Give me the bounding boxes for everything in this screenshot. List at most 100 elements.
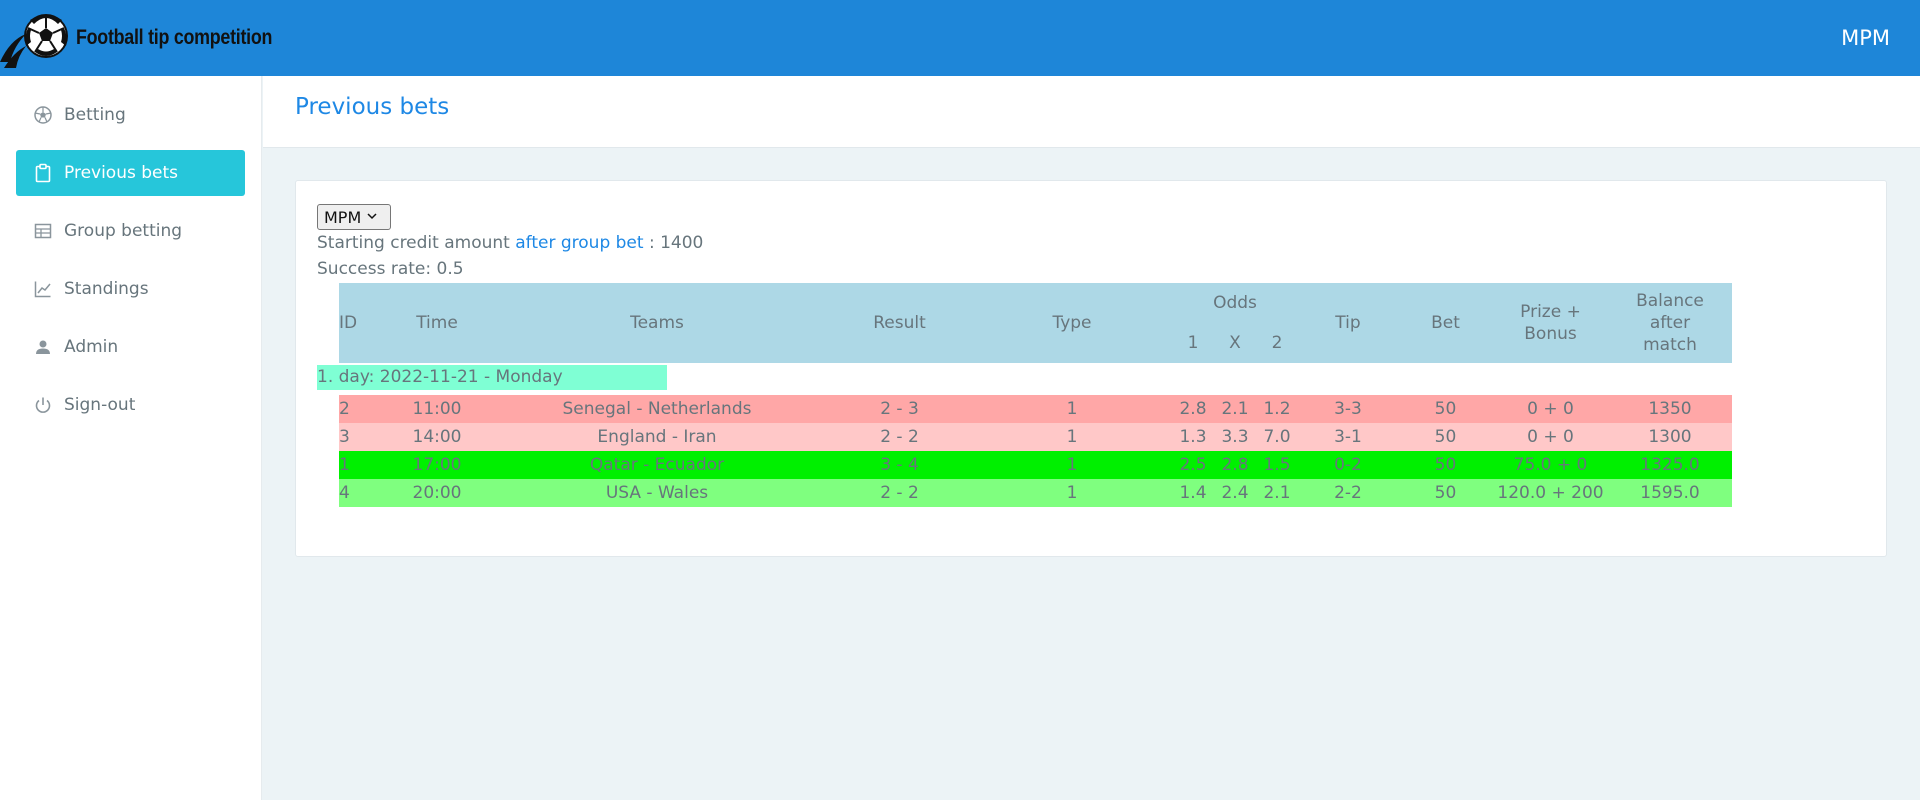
cell-tip: 3-1 — [1334, 427, 1362, 447]
cell-time: 17:00 — [412, 455, 462, 475]
cell-balance: 1300 — [1648, 427, 1692, 447]
top-bar: Football tip competition MPM — [0, 0, 1920, 76]
table-header-row: ID Time Teams Result Type Odds Tip Bet P… — [339, 283, 1732, 363]
cell-time: 11:00 — [412, 399, 462, 419]
sidebar-item-standings[interactable]: Standings — [16, 266, 245, 312]
user-select-value: MPM — [324, 207, 362, 227]
header-odds-2: 2 — [1256, 323, 1298, 363]
cell-result: 2 - 2 — [880, 483, 919, 503]
cell-odds-1: 2.8 — [1179, 399, 1207, 419]
header-time: Time — [387, 283, 487, 363]
cell-result: 2 - 3 — [880, 399, 919, 419]
user-select[interactable]: MPM — [317, 204, 391, 230]
cell-odds-1: 1.3 — [1179, 427, 1207, 447]
cell-id: 3 — [339, 427, 350, 447]
sidebar-item-admin[interactable]: Admin — [16, 324, 245, 370]
sidebar-item-previous-bets[interactable]: Previous bets — [16, 150, 245, 196]
sidebar-item-group-betting[interactable]: Group betting — [16, 208, 245, 254]
header-prize-line1: Prize + — [1520, 302, 1581, 322]
cell-balance: 1595.0 — [1640, 483, 1700, 503]
table-icon — [33, 221, 53, 241]
chart-line-icon — [33, 279, 53, 299]
cell-odds-2: 7.0 — [1263, 427, 1291, 447]
cell-bet: 50 — [1434, 399, 1457, 419]
power-icon — [33, 395, 53, 415]
cell-teams: Qatar - Ecuador — [589, 455, 725, 475]
sidebar-item-betting[interactable]: Betting — [16, 92, 245, 138]
credit-prefix: Starting credit amount — [317, 233, 516, 253]
page-header: Previous bets — [263, 76, 1920, 148]
sidebar-item-sign-out[interactable]: Sign-out — [16, 382, 245, 428]
header-balance-line3: match — [1643, 335, 1697, 355]
cell-id: 4 — [339, 483, 350, 503]
cell-bet: 50 — [1434, 483, 1457, 503]
cell-odds-x: 2.8 — [1221, 455, 1249, 475]
bets-table: ID Time Teams Result Type Odds Tip Bet P… — [339, 283, 1732, 507]
header-teams: Teams — [487, 283, 827, 363]
cell-type: 1 — [1066, 427, 1078, 447]
chevron-down-icon — [367, 212, 377, 223]
cell-odds-2: 2.1 — [1263, 483, 1291, 503]
page-title: Previous bets — [295, 94, 450, 120]
cell-prize: 0 + 0 — [1527, 399, 1574, 419]
cell-prize: 0 + 0 — [1527, 427, 1574, 447]
cell-type: 1 — [1066, 455, 1078, 475]
cell-teams: USA - Wales — [605, 483, 709, 503]
cell-odds-1: 1.4 — [1179, 483, 1207, 503]
success-rate: Success rate: 0.5 — [317, 259, 464, 279]
sidebar-item-label: Sign-out — [64, 395, 136, 415]
sidebar-item-label: Betting — [64, 105, 126, 125]
header-balance-line1: Balance — [1636, 291, 1704, 311]
table-row[interactable]: 1 17:00 Qatar - Ecuador 3 - 4 1 2.5 2.8 … — [339, 451, 1732, 479]
cell-id: 1 — [339, 455, 350, 475]
brand[interactable]: Football tip competition — [0, 0, 307, 76]
cell-balance: 1325.0 — [1640, 455, 1700, 475]
previous-bets-card: MPM Starting credit amount after group b… — [295, 180, 1887, 557]
starting-credit-line: Starting credit amount after group bet :… — [317, 233, 703, 253]
header-odds: Odds — [1172, 283, 1298, 323]
clipboard-icon — [33, 163, 53, 183]
table-row[interactable]: 4 20:00 USA - Wales 2 - 2 1 1.4 2.4 2.1 … — [339, 479, 1732, 507]
user-name[interactable]: MPM — [1841, 26, 1890, 50]
brand-title: Football tip competition — [76, 26, 273, 49]
header-odds-x: X — [1214, 323, 1256, 363]
cell-odds-x: 2.4 — [1221, 483, 1249, 503]
cell-tip: 2-2 — [1334, 483, 1362, 503]
sidebar-item-label: Admin — [64, 337, 119, 357]
cell-teams: England - Iran — [597, 427, 717, 447]
cell-bet: 50 — [1434, 427, 1457, 447]
credit-value: : 1400 — [643, 233, 704, 253]
cell-tip: 0-2 — [1334, 455, 1362, 475]
cell-balance: 1350 — [1648, 399, 1692, 419]
sidebar-item-label: Previous bets — [64, 163, 179, 183]
soccer-ball-logo-icon — [0, 0, 76, 76]
sidebar-item-label: Standings — [64, 279, 149, 299]
cell-odds-2: 1.5 — [1263, 455, 1291, 475]
cell-odds-x: 3.3 — [1221, 427, 1249, 447]
cell-teams: Senegal - Netherlands — [562, 399, 752, 419]
cell-id: 2 — [339, 399, 350, 419]
header-prize-bonus: Prize + Bonus — [1493, 283, 1608, 363]
header-id: ID — [339, 283, 387, 363]
cell-time: 20:00 — [412, 483, 462, 503]
day-header: 1. day: 2022-11-21 - Monday — [317, 365, 667, 390]
cell-prize: 120.0 + 200 — [1497, 483, 1604, 503]
cell-tip: 3-3 — [1334, 399, 1362, 419]
header-balance-line2: after — [1649, 313, 1691, 333]
table-row[interactable]: 2 11:00 Senegal - Netherlands 2 - 3 1 2.… — [339, 395, 1732, 423]
header-balance: Balance after match — [1608, 283, 1732, 363]
cell-prize: 75.0 + 0 — [1513, 455, 1588, 475]
cell-result: 3 - 4 — [880, 455, 919, 475]
sidebar: Betting Previous bets Group betting Stan… — [0, 76, 262, 800]
cell-bet: 50 — [1434, 455, 1457, 475]
cell-type: 1 — [1066, 483, 1078, 503]
cell-odds-x: 2.1 — [1221, 399, 1249, 419]
user-icon — [33, 337, 53, 357]
after-group-bet-link[interactable]: after group bet — [515, 233, 643, 253]
cell-type: 1 — [1066, 399, 1078, 419]
header-type: Type — [972, 283, 1172, 363]
cell-odds-1: 2.5 — [1179, 455, 1207, 475]
header-odds-1: 1 — [1172, 323, 1214, 363]
header-result: Result — [827, 283, 972, 363]
table-row[interactable]: 3 14:00 England - Iran 2 - 2 1 1.3 3.3 7… — [339, 423, 1732, 451]
